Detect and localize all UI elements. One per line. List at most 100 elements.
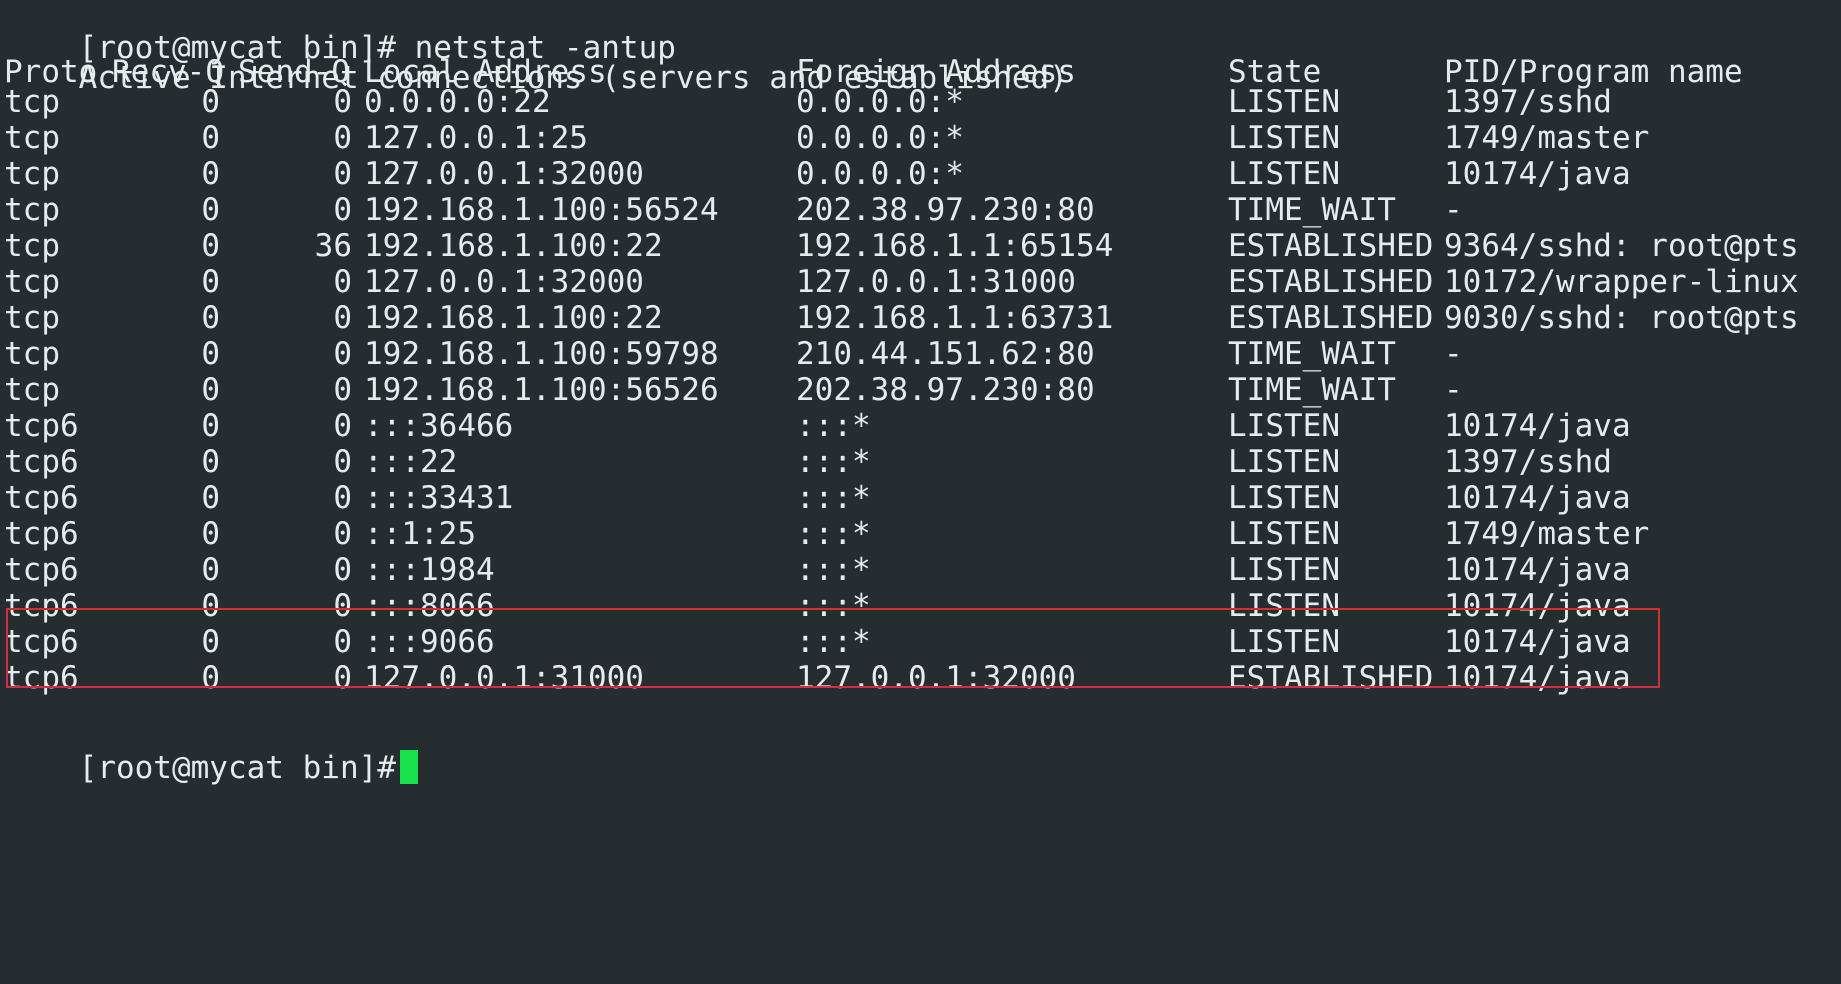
row-foreign: 202.38.97.230:80 — [796, 372, 1095, 408]
table-row: tcp 0 0 192.168.1.100:56526 202.38.97.23… — [4, 372, 1804, 408]
row-send: 0 — [333, 336, 352, 372]
row-send: 0 — [333, 516, 352, 552]
table-row: tcp6 0 0 :::22 :::* LISTEN 1397/sshd — [4, 444, 1804, 480]
row-send: 0 — [333, 84, 352, 120]
row-recv: 0 — [201, 444, 220, 480]
row-state: ESTABLISHED — [1228, 228, 1434, 264]
row-local: :::1984 — [364, 552, 495, 588]
row-pid: 1397/sshd — [1444, 84, 1612, 120]
row-local: 192.168.1.100:22 — [364, 300, 663, 336]
row-send: 0 — [333, 408, 352, 444]
final-prompt-line[interactable]: [root@mycat bin]# — [4, 714, 418, 786]
row-proto: tcp — [4, 336, 60, 372]
table-row: tcp6 0 0 :::33431 :::* LISTEN 10174/java — [4, 480, 1804, 516]
row-send: 0 — [333, 300, 352, 336]
row-foreign: 192.168.1.1:65154 — [796, 228, 1114, 264]
table-row: tcp 0 0 192.168.1.100:22 192.168.1.1:637… — [4, 300, 1804, 336]
row-foreign: 202.38.97.230:80 — [796, 192, 1095, 228]
table-row: tcp 0 36 192.168.1.100:22 192.168.1.1:65… — [4, 228, 1804, 264]
row-foreign: 127.0.0.1:31000 — [796, 264, 1076, 300]
row-local: 127.0.0.1:25 — [364, 120, 588, 156]
row-local: :::33431 — [364, 480, 514, 516]
row-local: :::22 — [364, 444, 458, 480]
row-proto: tcp — [4, 84, 60, 120]
row-local: 192.168.1.100:22 — [364, 228, 663, 264]
row-state: TIME_WAIT — [1228, 336, 1396, 372]
table-row: tcp6 0 0 :::1984 :::* LISTEN 10174/java — [4, 552, 1804, 588]
row-proto: tcp — [4, 228, 60, 264]
row-foreign: 0.0.0.0:* — [796, 84, 964, 120]
row-state: TIME_WAIT — [1228, 192, 1396, 228]
row-pid: 10174/java — [1444, 480, 1631, 516]
row-send: 0 — [333, 444, 352, 480]
row-pid: 1749/master — [1444, 516, 1650, 552]
row-send: 0 — [333, 120, 352, 156]
row-local: 192.168.1.100:56526 — [364, 372, 719, 408]
row-proto: tcp — [4, 156, 60, 192]
row-foreign: 0.0.0.0:* — [796, 120, 964, 156]
row-state: LISTEN — [1228, 84, 1340, 120]
row-local: ::1:25 — [364, 516, 476, 552]
row-state: ESTABLISHED — [1228, 300, 1434, 336]
row-pid: - — [1444, 336, 1463, 372]
row-proto: tcp6 — [4, 516, 79, 552]
row-send: 0 — [333, 264, 352, 300]
table-row: tcp 0 0 192.168.1.100:56524 202.38.97.23… — [4, 192, 1804, 228]
row-recv: 0 — [201, 516, 220, 552]
row-recv: 0 — [201, 408, 220, 444]
row-proto: tcp — [4, 300, 60, 336]
row-pid: - — [1444, 372, 1463, 408]
row-proto: tcp6 — [4, 480, 79, 516]
row-state: LISTEN — [1228, 408, 1340, 444]
row-local: 127.0.0.1:32000 — [364, 156, 644, 192]
row-recv: 0 — [201, 156, 220, 192]
row-send: 0 — [333, 480, 352, 516]
row-pid: 10174/java — [1444, 552, 1631, 588]
table-row: tcp 0 0 127.0.0.1:32000 127.0.0.1:31000 … — [4, 264, 1804, 300]
row-state: LISTEN — [1228, 552, 1340, 588]
table-row: tcp 0 0 192.168.1.100:59798 210.44.151.6… — [4, 336, 1804, 372]
row-local: 192.168.1.100:56524 — [364, 192, 719, 228]
row-pid: 10174/java — [1444, 408, 1631, 444]
row-state: LISTEN — [1228, 156, 1340, 192]
row-recv: 0 — [201, 552, 220, 588]
row-recv: 0 — [201, 300, 220, 336]
row-send: 0 — [333, 156, 352, 192]
row-foreign: :::* — [796, 408, 871, 444]
row-proto: tcp6 — [4, 552, 79, 588]
terminal-window[interactable]: [root@mycat bin]# netstat -antup Active … — [0, 0, 1841, 786]
row-pid: - — [1444, 192, 1463, 228]
row-pid: 10174/java — [1444, 156, 1631, 192]
row-foreign: :::* — [796, 444, 871, 480]
row-recv: 0 — [201, 264, 220, 300]
row-foreign: 192.168.1.1:63731 — [796, 300, 1114, 336]
row-recv: 0 — [201, 120, 220, 156]
row-foreign: :::* — [796, 552, 871, 588]
row-proto: tcp — [4, 192, 60, 228]
row-foreign: :::* — [796, 516, 871, 552]
row-recv: 0 — [201, 480, 220, 516]
table-row: tcp 0 0 127.0.0.1:25 0.0.0.0:* LISTEN 17… — [4, 120, 1804, 156]
row-local: 127.0.0.1:32000 — [364, 264, 644, 300]
row-send: 0 — [333, 192, 352, 228]
table-row: tcp6 0 0 ::1:25 :::* LISTEN 1749/master — [4, 516, 1804, 552]
row-proto: tcp6 — [4, 444, 79, 480]
table-row: tcp6 0 0 :::36466 :::* LISTEN 10174/java — [4, 408, 1804, 444]
cursor-block — [399, 750, 418, 784]
row-local: :::36466 — [364, 408, 514, 444]
row-proto: tcp — [4, 120, 60, 156]
row-recv: 0 — [201, 336, 220, 372]
highlight-rectangle — [6, 608, 1660, 688]
row-foreign: 210.44.151.62:80 — [796, 336, 1095, 372]
row-local: 192.168.1.100:59798 — [364, 336, 719, 372]
row-state: TIME_WAIT — [1228, 372, 1396, 408]
row-send: 0 — [333, 552, 352, 588]
table-row: tcp 0 0 0.0.0.0:22 0.0.0.0:* LISTEN 1397… — [4, 84, 1804, 120]
row-send: 0 — [333, 372, 352, 408]
row-proto: tcp — [4, 372, 60, 408]
row-recv: 0 — [201, 228, 220, 264]
row-recv: 0 — [201, 372, 220, 408]
row-proto: tcp — [4, 264, 60, 300]
row-pid: 9364/sshd: root@pts — [1444, 228, 1799, 264]
row-recv: 0 — [201, 192, 220, 228]
